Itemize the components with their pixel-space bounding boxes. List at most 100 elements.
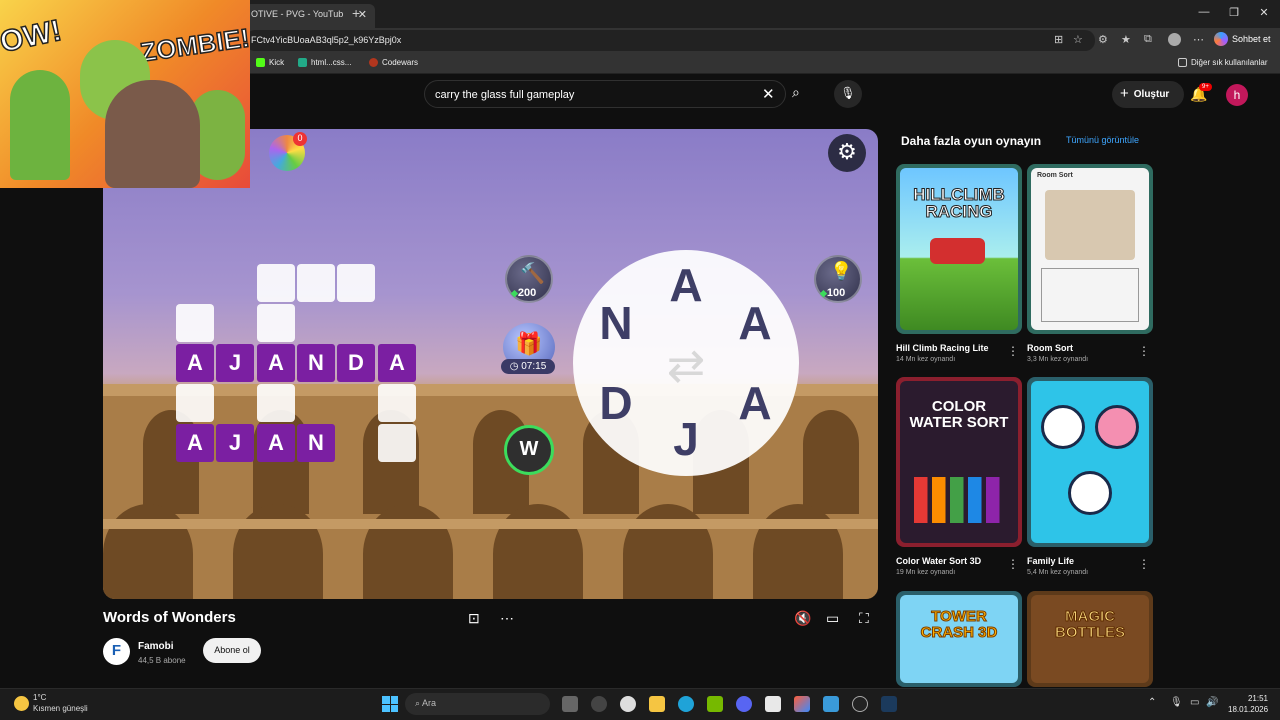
wheel-letter[interactable]: N xyxy=(591,296,641,350)
hammer-booster-button[interactable]: 🔨 ◆200 xyxy=(505,255,553,303)
folder-icon xyxy=(1178,58,1187,67)
search-input[interactable]: carry the glass full gameplay xyxy=(424,80,786,108)
create-button[interactable]: + Oluştur xyxy=(1112,81,1184,108)
bookmark-kick[interactable]: Kick xyxy=(256,58,284,67)
close-window-icon[interactable]: ✕ xyxy=(1254,6,1274,19)
profile-icon[interactable] xyxy=(1168,33,1181,46)
tray-expand-icon[interactable]: ⌃ xyxy=(1148,697,1156,708)
minimize-icon[interactable]: — xyxy=(1194,6,1214,18)
play-count: 19 Mn kez oynandı xyxy=(896,569,956,576)
taskbar-search[interactable]: ⌕ Ara xyxy=(405,693,550,715)
game-card-color-water-sort[interactable]: COLOR WATER SORT xyxy=(896,377,1022,547)
copilot-app-icon[interactable] xyxy=(794,696,810,712)
app-icon[interactable] xyxy=(591,696,607,712)
copilot-button[interactable]: Sohbet et xyxy=(1214,32,1271,46)
bookmark-label: html...css... xyxy=(311,58,352,67)
volume-icon[interactable]: 🔊 xyxy=(1206,697,1218,708)
theater-mode-icon[interactable]: ▭ xyxy=(826,610,839,627)
account-avatar[interactable]: h xyxy=(1226,84,1248,106)
spin-badge: 0 xyxy=(293,132,307,146)
game-card-hill-climb[interactable]: HILLCLIMB RACING xyxy=(896,164,1022,334)
discord-icon[interactable] xyxy=(736,696,752,712)
wheel-letter[interactable]: J xyxy=(661,412,711,466)
weather-temp: 1°C xyxy=(33,693,47,702)
game-player[interactable]: 0 ⚙ A J A N D A A J A N 🔨 ◆200 💡 ◆100 🎁 … xyxy=(103,129,878,599)
address-bar[interactable]: FCtv4YicBUoaAB3ql5p2_k96YzBpj0x xyxy=(245,30,1095,51)
nvidia-icon[interactable] xyxy=(707,696,723,712)
plus-icon: + xyxy=(1120,84,1129,102)
taskbar-clock[interactable]: 21:51 18.01.2026 xyxy=(1228,693,1268,715)
game-title[interactable]: Room Sort xyxy=(1027,343,1073,353)
more-menu-icon[interactable]: ⋯ xyxy=(1193,33,1204,46)
letter-wheel[interactable]: A N A D A J ⇄ xyxy=(573,250,799,476)
game-title[interactable]: Family Life xyxy=(1027,556,1074,566)
steam-icon[interactable] xyxy=(881,696,897,712)
play-count: 14 Mn kez oynandı xyxy=(896,356,956,363)
edge-icon[interactable] xyxy=(678,696,694,712)
chatgpt-icon[interactable] xyxy=(620,696,636,712)
gear-icon[interactable]: ⚙ xyxy=(828,134,866,172)
wheel-letter[interactable]: D xyxy=(591,376,641,430)
empty-cell xyxy=(337,264,375,302)
windows-taskbar xyxy=(0,688,1280,720)
game-card-magic-bottles[interactable]: MAGIC BOTTLES xyxy=(1027,591,1153,687)
task-view-icon[interactable] xyxy=(562,696,578,712)
app-icon[interactable] xyxy=(765,696,781,712)
game-card-family-life[interactable] xyxy=(1027,377,1153,547)
lightbulb-icon: 💡 xyxy=(830,261,853,281)
save-icon[interactable]: ⊡ xyxy=(468,610,480,627)
wheel-letter[interactable]: A xyxy=(730,296,780,350)
bookmark-html-css[interactable]: html...css... xyxy=(298,58,351,67)
weather-desc: Kısmen güneşli xyxy=(33,704,88,713)
game-thumbnail: TOWER CRASH 3D xyxy=(900,595,1018,683)
other-bookmarks[interactable]: Diğer sık kullanılanlar xyxy=(1178,58,1267,67)
new-tab-icon[interactable]: + xyxy=(352,5,360,21)
more-options-icon[interactable]: ⋮ xyxy=(1138,344,1150,358)
more-options-icon[interactable]: ⋮ xyxy=(1138,557,1150,571)
clear-search-icon[interactable]: ✕ xyxy=(762,85,775,103)
microphone-icon[interactable]: 🎙 xyxy=(834,80,862,108)
more-options-icon[interactable]: ⋮ xyxy=(1007,557,1019,571)
extension-icon[interactable]: ⚙ xyxy=(1098,33,1108,46)
favorites-icon[interactable]: ★ xyxy=(1121,33,1131,46)
words-button[interactable]: W xyxy=(504,425,554,475)
subscribe-button[interactable]: Abone ol xyxy=(203,638,261,663)
more-options-icon[interactable]: ⋮ xyxy=(1007,344,1019,358)
channel-avatar[interactable]: F xyxy=(103,638,130,665)
shuffle-icon[interactable]: ⇄ xyxy=(661,338,711,392)
app-icon[interactable] xyxy=(852,696,868,712)
game-thumbnail xyxy=(1031,381,1149,543)
favorite-star-icon[interactable]: ☆ xyxy=(1073,33,1083,46)
video-title: Words of Wonders xyxy=(103,609,236,626)
letter-cell: N xyxy=(297,424,335,462)
apps-icon[interactable]: ⊞ xyxy=(1054,33,1063,46)
more-options-icon[interactable]: ⋯ xyxy=(500,610,514,627)
windows-start-icon[interactable] xyxy=(382,696,398,712)
channel-name[interactable]: Famobi xyxy=(138,641,174,652)
wheel-letter[interactable]: A xyxy=(661,258,711,312)
mute-icon[interactable]: 🔇 xyxy=(794,610,811,627)
microphone-tray-icon[interactable]: 🎙 xyxy=(1170,697,1183,708)
fullscreen-icon[interactable]: ⛶ xyxy=(859,610,869,627)
bookmark-codewars[interactable]: Codewars xyxy=(369,58,418,67)
sidebar-title: Daha fazla oyun oynayın xyxy=(901,134,1042,148)
weather-icon[interactable] xyxy=(14,696,29,711)
hint-cost-value: 100 xyxy=(826,287,846,299)
search-icon[interactable]: ⌕ xyxy=(792,84,800,101)
wheel-letter[interactable]: A xyxy=(730,376,780,430)
hint-booster-button[interactable]: 💡 ◆100 xyxy=(814,255,862,303)
thumbnail-text: Room Sort xyxy=(1037,172,1073,179)
copilot-icon xyxy=(1214,32,1228,46)
collections-icon[interactable]: ⧉ xyxy=(1144,33,1152,46)
display-icon[interactable]: ▭ xyxy=(1190,697,1199,708)
weather-widget[interactable]: 1°C Kısmen güneşli xyxy=(33,692,88,714)
letter-cell: A xyxy=(176,424,214,462)
file-explorer-icon[interactable] xyxy=(649,696,665,712)
game-card-room-sort[interactable]: Room Sort xyxy=(1027,164,1153,334)
game-title[interactable]: Color Water Sort 3D xyxy=(896,556,981,566)
restore-icon[interactable]: ❐ xyxy=(1224,6,1244,19)
see-all-link[interactable]: Tümünü görüntüle xyxy=(1066,135,1139,145)
game-card-tower-crash[interactable]: TOWER CRASH 3D xyxy=(896,591,1022,687)
game-title[interactable]: Hill Climb Racing Lite xyxy=(896,343,989,353)
app-icon[interactable] xyxy=(823,696,839,712)
